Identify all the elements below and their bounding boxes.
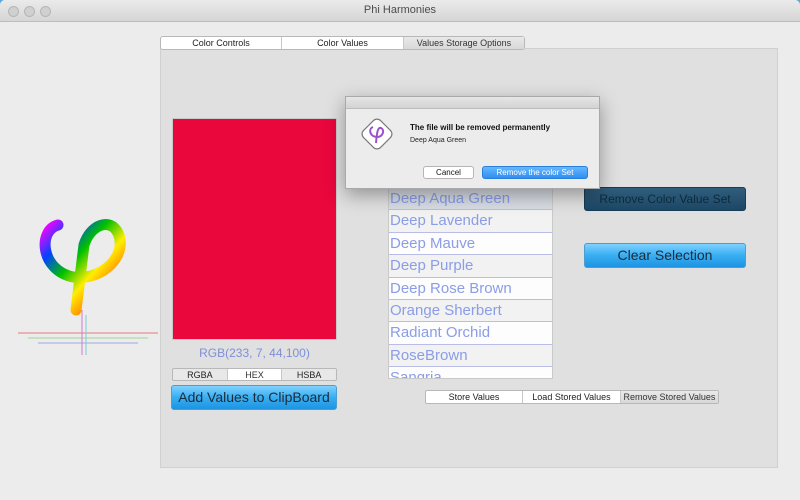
list-item[interactable]: Deep Aqua Green <box>389 188 552 211</box>
list-item[interactable]: Deep Purple <box>389 255 552 278</box>
add-to-clipboard-button[interactable]: Add Values to ClipBoard <box>171 385 337 410</box>
format-tab-bar: RGBA HEX HSBA <box>172 368 337 381</box>
color-set-list[interactable]: Deep Aqua Green Deep Lavender Deep Mauve… <box>388 187 553 379</box>
main-tab-bar: Color Controls Color Values Values Stora… <box>160 36 525 50</box>
storage-tab-bar: Store Values Load Stored Values Remove S… <box>425 390 719 404</box>
app-icon <box>361 118 393 150</box>
list-item[interactable]: RoseBrown <box>389 344 552 368</box>
remove-color-set-confirm-button[interactable]: Remove the color Set <box>482 166 588 179</box>
app-window: Phi Harmonies Color Controls Color Value… <box>0 0 800 500</box>
list-item[interactable]: Deep Mauve <box>389 232 552 256</box>
confirm-remove-dialog: The file will be removed permanently Dee… <box>345 96 600 189</box>
dialog-title-bar <box>346 97 599 109</box>
title-bar[interactable]: Phi Harmonies <box>0 0 800 22</box>
tab-hex[interactable]: HEX <box>227 369 283 380</box>
remove-color-set-button[interactable]: Remove Color Value Set <box>584 187 746 211</box>
list-item[interactable]: Deep Rose Brown <box>389 277 552 300</box>
tab-values-storage-options[interactable]: Values Storage Options <box>404 37 524 49</box>
list-item[interactable]: Radiant Orchid <box>389 322 552 345</box>
window-title: Phi Harmonies <box>363 4 437 16</box>
tab-hsba[interactable]: HSBA <box>282 369 336 380</box>
list-item[interactable]: Sangria <box>389 367 552 378</box>
color-swatch <box>172 118 337 340</box>
list-item[interactable]: Orange Sherbert <box>389 299 552 323</box>
tab-load-stored-values[interactable]: Load Stored Values <box>523 391 621 403</box>
dialog-message: Deep Aqua Green <box>410 137 467 144</box>
dialog-title: The file will be removed permanently <box>410 123 551 132</box>
tab-remove-stored-values[interactable]: Remove Stored Values <box>621 391 718 403</box>
tab-store-values[interactable]: Store Values <box>426 391 523 403</box>
cancel-button[interactable]: Cancel <box>423 166 474 179</box>
tab-color-controls[interactable]: Color Controls <box>161 37 282 49</box>
color-swatch-fill <box>173 119 336 339</box>
list-item[interactable]: Deep Lavender <box>389 210 552 233</box>
phi-logo-icon <box>18 219 158 355</box>
rgb-value-label: RGB(233, 7, 44,100) <box>199 346 310 360</box>
tab-rgba[interactable]: RGBA <box>173 369 228 380</box>
clear-selection-button[interactable]: Clear Selection <box>584 243 746 268</box>
tab-color-values[interactable]: Color Values <box>282 37 404 49</box>
